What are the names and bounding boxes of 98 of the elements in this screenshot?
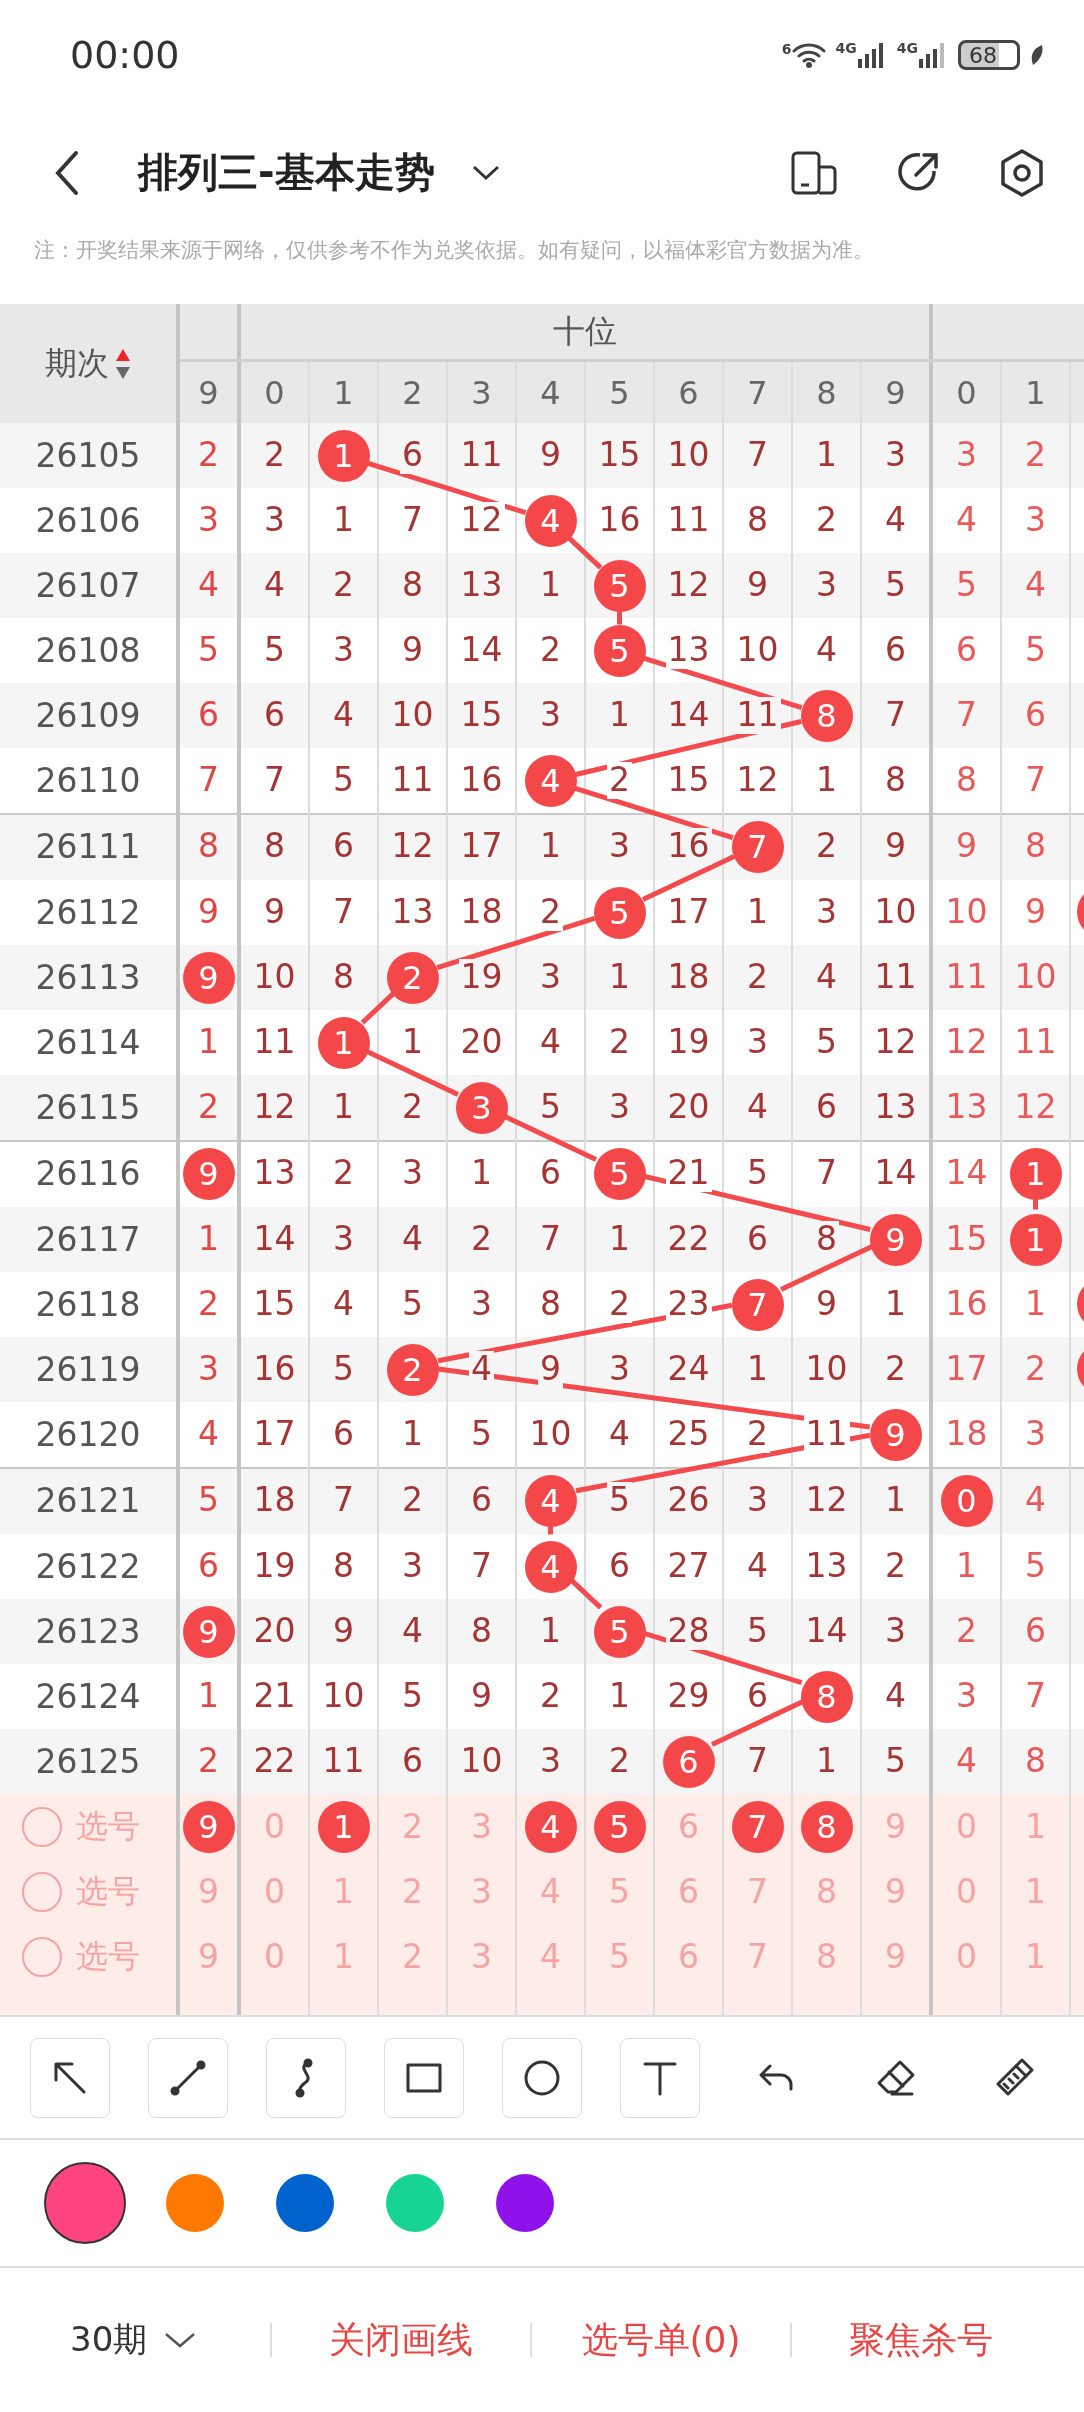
number-ball: 6	[662, 1735, 715, 1788]
number-ball: 4	[524, 1540, 577, 1593]
pick-number[interactable]: 0	[264, 1807, 285, 1846]
arrow-tool-button[interactable]	[30, 2037, 110, 2118]
pick-number[interactable]: 9	[885, 1872, 906, 1911]
pick-number[interactable]: 7	[747, 1872, 768, 1911]
group-header: 十位	[241, 304, 933, 359]
number-ball: 1	[1009, 1213, 1062, 1266]
number-ball: 4	[524, 754, 577, 807]
pick-number[interactable]: 1	[333, 1872, 354, 1911]
number-ball: 8	[800, 689, 853, 742]
pick-number[interactable]: 5	[593, 1800, 646, 1853]
pick-number[interactable]: 3	[471, 1872, 492, 1911]
pick-number[interactable]: 1	[1025, 1807, 1046, 1846]
leaf-icon	[1030, 44, 1044, 66]
battery-icon: 68	[958, 40, 1020, 70]
pick-number[interactable]: 1	[317, 1800, 370, 1853]
pick-number[interactable]: 3	[471, 1937, 492, 1976]
number-ball: 1	[317, 429, 370, 482]
number-ball: 3	[455, 1081, 508, 1134]
pick-number[interactable]: 6	[678, 1937, 699, 1976]
pick-number[interactable]: 1	[1025, 1937, 1046, 1976]
number-ball: 9	[182, 1147, 235, 1200]
table-cell: 11	[734, 697, 781, 734]
pick-number[interactable]: 9	[198, 1937, 219, 1976]
pick-number[interactable]: 8	[816, 1872, 837, 1911]
action-link[interactable]: 聚焦杀号	[792, 2315, 1050, 2365]
pick-label[interactable]: 选号	[76, 1934, 140, 1979]
color-swatch[interactable]	[166, 2174, 224, 2232]
number-ball: 4	[524, 494, 577, 547]
number-ball: 9	[182, 1605, 235, 1658]
action-link[interactable]: 关闭画线	[272, 2315, 530, 2365]
disclaimer-text: 注：开奖结果来源于网络，仅供参考不作为兑奖依据。如有疑问，以福体彩官方数据为准。	[33, 237, 875, 264]
settings-icon[interactable]	[998, 147, 1046, 198]
pick-number[interactable]: 7	[747, 1937, 768, 1976]
status-time: 00:00	[70, 33, 180, 77]
devices-icon[interactable]	[790, 150, 838, 195]
pick-label[interactable]: 选号	[76, 1869, 140, 1914]
pick-number[interactable]: 4	[540, 1872, 561, 1911]
rect-tool-button[interactable]	[384, 2037, 464, 2118]
pick-number[interactable]: 1	[333, 1937, 354, 1976]
pick-number[interactable]: 0	[264, 1872, 285, 1911]
pick-number[interactable]: 1	[1025, 1872, 1046, 1911]
number-ball: 9	[869, 1213, 922, 1266]
number-ball: 5	[593, 624, 646, 677]
action-link[interactable]: 选号单(0)	[532, 2315, 790, 2365]
pick-number[interactable]: 9	[885, 1807, 906, 1846]
text-tool-button[interactable]	[620, 2037, 700, 2118]
pick-number[interactable]: 0	[956, 1937, 977, 1976]
number-ball: 5	[593, 1605, 646, 1658]
pick-number[interactable]: 0	[956, 1807, 977, 1846]
caret-icon[interactable]	[470, 163, 501, 182]
pick-number[interactable]: 4	[524, 1800, 577, 1853]
number-ball: 2	[386, 1343, 439, 1396]
pick-number[interactable]: 9	[182, 1800, 235, 1853]
pick-number[interactable]: 2	[402, 1872, 423, 1911]
pick-number[interactable]: 6	[678, 1872, 699, 1911]
pick-number[interactable]: 6	[678, 1807, 699, 1846]
pick-number[interactable]: 8	[800, 1800, 853, 1853]
color-swatch[interactable]	[276, 2174, 334, 2232]
number-ball: 5	[593, 1147, 646, 1200]
pick-number[interactable]: 2	[402, 1937, 423, 1976]
pick-number[interactable]: 0	[956, 1872, 977, 1911]
pick-number[interactable]: 4	[540, 1937, 561, 1976]
number-ball: 5	[593, 886, 646, 939]
pick-number[interactable]: 2	[402, 1807, 423, 1846]
table-cell: 11	[803, 1416, 850, 1453]
number-ball: 5	[593, 559, 646, 612]
number-ball: 9	[869, 1408, 922, 1461]
pick-number[interactable]: 9	[198, 1872, 219, 1911]
number-ball: 2	[386, 951, 439, 1004]
radio-button[interactable]	[22, 1936, 62, 1977]
pick-number[interactable]: 9	[885, 1937, 906, 1976]
pick-number[interactable]: 8	[816, 1937, 837, 1976]
line-tool-button[interactable]	[148, 2037, 228, 2118]
pick-number[interactable]: 7	[731, 1800, 784, 1853]
number-ball: 8	[800, 1670, 853, 1723]
pick-label[interactable]: 选号	[76, 1804, 140, 1849]
page-title[interactable]: 排列三-基本走势	[138, 145, 435, 200]
number-ball: 1	[1009, 1147, 1062, 1200]
period-select[interactable]: 30期	[70, 2317, 270, 2363]
number-ball: 9	[182, 951, 235, 1004]
circle-tool-button[interactable]	[502, 2037, 582, 2118]
radio-button[interactable]	[22, 1806, 62, 1847]
pick-number[interactable]: 5	[609, 1872, 630, 1911]
radio-button[interactable]	[22, 1871, 62, 1912]
number-ball: 0	[940, 1474, 993, 1527]
table-cell: 2	[607, 762, 632, 799]
number-ball: 7	[731, 820, 784, 873]
number-ball: 1	[317, 1016, 370, 1069]
pick-number[interactable]: 3	[471, 1807, 492, 1846]
number-ball: 7	[731, 1278, 784, 1331]
pick-number[interactable]: 0	[264, 1937, 285, 1976]
curve-tool-button[interactable]	[266, 2037, 346, 2118]
pick-number[interactable]: 5	[609, 1937, 630, 1976]
number-ball: 4	[524, 1474, 577, 1527]
color-swatch[interactable]	[496, 2174, 554, 2232]
color-swatch[interactable]	[386, 2174, 444, 2232]
